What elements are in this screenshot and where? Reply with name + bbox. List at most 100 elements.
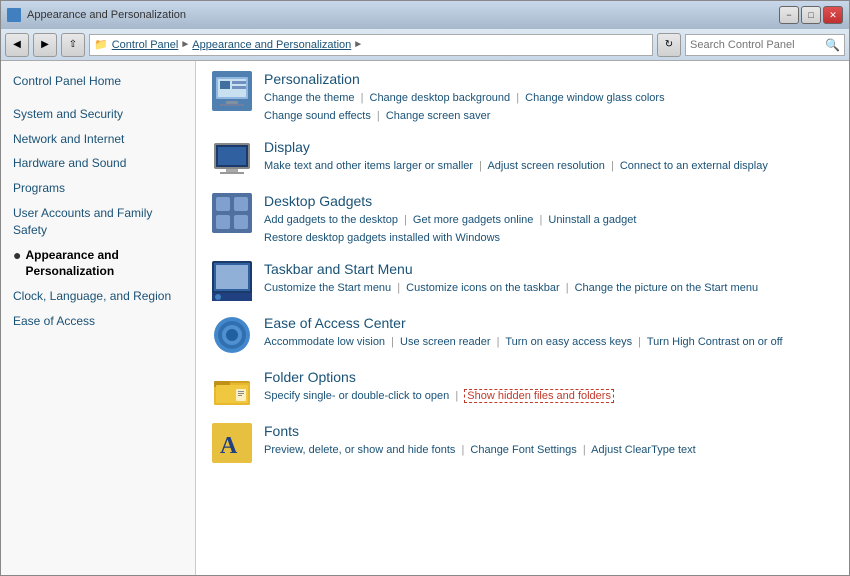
- display-icon: [212, 139, 252, 179]
- uninstall-gadget-link[interactable]: Uninstall a gadget: [548, 214, 636, 226]
- use-screen-reader-link[interactable]: Use screen reader: [400, 336, 491, 348]
- change-screensaver-link[interactable]: Change screen saver: [386, 110, 491, 122]
- change-sound-link[interactable]: Change sound effects: [264, 110, 371, 122]
- up-button[interactable]: ⇧: [61, 33, 85, 57]
- breadcrumb-sep-1: ►: [180, 39, 190, 50]
- section-folder-options: Folder Options Specify single- or double…: [212, 369, 833, 409]
- taskbar-icon: [212, 261, 252, 301]
- close-button[interactable]: ✕: [823, 6, 843, 24]
- connect-external-display-link[interactable]: Connect to an external display: [620, 160, 768, 172]
- section-personalization: Personalization Change the theme | Chang…: [212, 71, 833, 125]
- gadgets-links: Add gadgets to the desktop | Get more ga…: [264, 212, 833, 247]
- customize-start-menu-link[interactable]: Customize the Start menu: [264, 282, 391, 294]
- title-bar-left: Appearance and Personalization: [7, 8, 186, 22]
- adjust-cleartype-link[interactable]: Adjust ClearType text: [591, 444, 696, 456]
- back-button[interactable]: ◀: [5, 33, 29, 57]
- make-text-larger-link[interactable]: Make text and other items larger or smal…: [264, 160, 473, 172]
- breadcrumb-home-icon: 📁: [94, 38, 108, 51]
- sidebar-item-home[interactable]: Control Panel Home: [1, 69, 195, 94]
- sep4: |: [479, 160, 482, 172]
- sep6: |: [404, 214, 407, 226]
- turn-on-easy-access-keys-link[interactable]: Turn on easy access keys: [505, 336, 632, 348]
- search-icon[interactable]: 🔍: [825, 38, 840, 52]
- active-bullet: ●: [13, 247, 21, 264]
- sep1: |: [361, 92, 364, 104]
- svg-text:A: A: [220, 433, 238, 459]
- title-bar: Appearance and Personalization − □ ✕: [1, 1, 849, 29]
- customize-taskbar-icons-link[interactable]: Customize icons on the taskbar: [406, 282, 559, 294]
- sidebar: Control Panel Home System and Security N…: [1, 61, 196, 575]
- sep7: |: [539, 214, 542, 226]
- sidebar-item-appearance[interactable]: ● Appearance and Personalization: [1, 243, 195, 285]
- preview-delete-fonts-link[interactable]: Preview, delete, or show and hide fonts: [264, 444, 455, 456]
- sidebar-item-user-accounts[interactable]: User Accounts and Family Safety: [1, 201, 195, 243]
- high-contrast-link[interactable]: Turn High Contrast on or off: [647, 336, 783, 348]
- gadgets-title[interactable]: Desktop Gadgets: [264, 193, 833, 209]
- sidebar-divider: [1, 94, 195, 102]
- fonts-icon: A: [212, 423, 252, 463]
- fonts-text: Fonts Preview, delete, or show and hide …: [264, 423, 833, 460]
- breadcrumb-control-panel: Control Panel: [112, 39, 179, 51]
- taskbar-links: Customize the Start menu | Customize ico…: [264, 280, 833, 298]
- fonts-links: Preview, delete, or show and hide fonts …: [264, 442, 833, 460]
- change-glass-colors-link[interactable]: Change window glass colors: [525, 92, 664, 104]
- sep11: |: [497, 336, 500, 348]
- content-panel: Personalization Change the theme | Chang…: [196, 61, 849, 575]
- show-hidden-files-link[interactable]: Show hidden files and folders: [464, 389, 614, 403]
- sep5: |: [611, 160, 614, 172]
- section-ease-access: Ease of Access Center Accommodate low vi…: [212, 315, 833, 355]
- breadcrumb-current: Appearance and Personalization: [192, 39, 351, 51]
- ease-icon: [212, 315, 252, 355]
- address-bar: ◀ ▶ ⇧ 📁 Control Panel ► Appearance and P…: [1, 29, 849, 61]
- personalization-links: Change the theme | Change desktop backgr…: [264, 90, 833, 125]
- display-links: Make text and other items larger or smal…: [264, 158, 833, 176]
- folder-options-icon: [212, 369, 252, 409]
- folder-options-links: Specify single- or double-click to open …: [264, 388, 833, 406]
- sidebar-item-appearance-label: Appearance and Personalization: [25, 247, 183, 281]
- personalization-text: Personalization Change the theme | Chang…: [264, 71, 833, 125]
- personalization-title[interactable]: Personalization: [264, 71, 833, 87]
- section-display: Display Make text and other items larger…: [212, 139, 833, 179]
- change-font-settings-link[interactable]: Change Font Settings: [470, 444, 576, 456]
- change-desktop-bg-link[interactable]: Change desktop background: [370, 92, 511, 104]
- control-panel-window: Appearance and Personalization − □ ✕ ◀ ▶…: [0, 0, 850, 576]
- add-gadgets-link[interactable]: Add gadgets to the desktop: [264, 214, 398, 226]
- section-taskbar: Taskbar and Start Menu Customize the Sta…: [212, 261, 833, 301]
- get-gadgets-online-link[interactable]: Get more gadgets online: [413, 214, 533, 226]
- maximize-button[interactable]: □: [801, 6, 821, 24]
- change-start-picture-link[interactable]: Change the picture on the Start menu: [575, 282, 758, 294]
- folder-options-title[interactable]: Folder Options: [264, 369, 833, 385]
- display-text: Display Make text and other items larger…: [264, 139, 833, 176]
- restore-gadgets-link[interactable]: Restore desktop gadgets installed with W…: [264, 232, 500, 244]
- accommodate-low-vision-link[interactable]: Accommodate low vision: [264, 336, 385, 348]
- sep2: |: [516, 92, 519, 104]
- ease-title[interactable]: Ease of Access Center: [264, 315, 833, 331]
- gadgets-text: Desktop Gadgets Add gadgets to the deskt…: [264, 193, 833, 247]
- taskbar-title[interactable]: Taskbar and Start Menu: [264, 261, 833, 277]
- adjust-resolution-link[interactable]: Adjust screen resolution: [487, 160, 604, 172]
- specify-click-link[interactable]: Specify single- or double-click to open: [264, 390, 449, 402]
- sidebar-item-clock[interactable]: Clock, Language, and Region: [1, 284, 195, 309]
- sep15: |: [583, 444, 586, 456]
- address-field[interactable]: 📁 Control Panel ► Appearance and Persona…: [89, 34, 653, 56]
- sidebar-item-ease-access[interactable]: Ease of Access: [1, 309, 195, 334]
- sep3: |: [377, 110, 380, 122]
- sidebar-item-network-internet[interactable]: Network and Internet: [1, 127, 195, 152]
- minimize-button[interactable]: −: [779, 6, 799, 24]
- forward-button[interactable]: ▶: [33, 33, 57, 57]
- sidebar-item-programs[interactable]: Programs: [1, 176, 195, 201]
- display-title[interactable]: Display: [264, 139, 833, 155]
- sidebar-item-system-security[interactable]: System and Security: [1, 102, 195, 127]
- window-icon: [7, 8, 21, 22]
- fonts-title[interactable]: Fonts: [264, 423, 833, 439]
- refresh-button[interactable]: ↻: [657, 33, 681, 57]
- sep14: |: [461, 444, 464, 456]
- sep12: |: [638, 336, 641, 348]
- search-input[interactable]: [690, 39, 823, 51]
- search-box[interactable]: 🔍: [685, 34, 845, 56]
- taskbar-text: Taskbar and Start Menu Customize the Sta…: [264, 261, 833, 298]
- section-desktop-gadgets: Desktop Gadgets Add gadgets to the deskt…: [212, 193, 833, 247]
- sidebar-item-hardware-sound[interactable]: Hardware and Sound: [1, 151, 195, 176]
- change-theme-link[interactable]: Change the theme: [264, 92, 355, 104]
- sep10: |: [391, 336, 394, 348]
